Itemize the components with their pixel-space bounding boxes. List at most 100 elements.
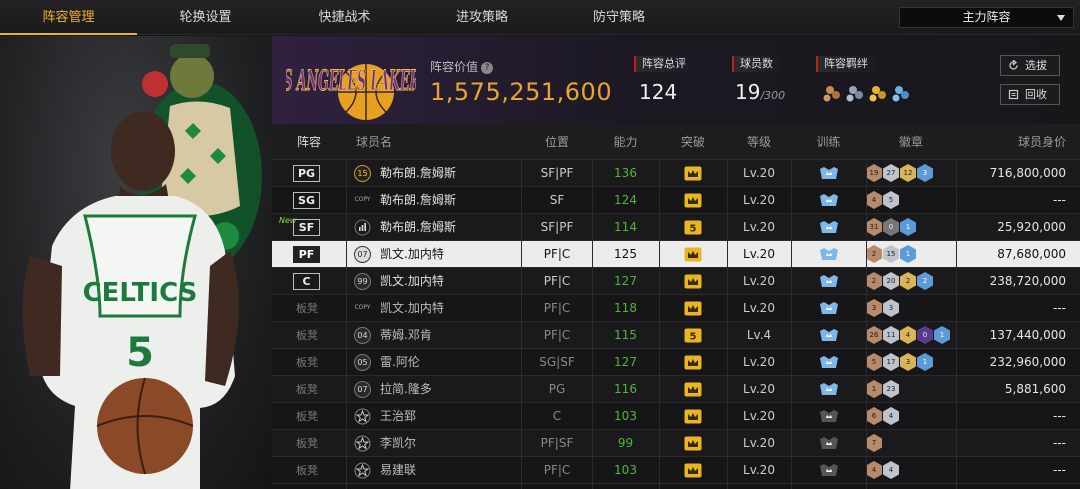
player-name[interactable]: 凯文.加内特 xyxy=(380,295,444,322)
tab-defense-strategy[interactable]: 防守策略 xyxy=(549,0,689,35)
tab-offense-strategy[interactable]: 进攻策略 xyxy=(415,0,549,35)
tab-quick-tactics[interactable]: 快捷战术 xyxy=(274,0,415,35)
chemistry-icon-1 xyxy=(823,86,840,102)
player-name[interactable]: 勒布朗.詹姆斯 xyxy=(380,187,456,214)
badge-hex-icon: 0 xyxy=(883,218,899,236)
table-row[interactable]: 板凳 07 拉简.隆多 PG 116 Lv.20 1 23 5,881,600 xyxy=(272,376,1080,403)
crown-icon[interactable] xyxy=(684,436,702,451)
badge-hex-icon: 1 xyxy=(866,380,882,398)
player-name[interactable]: 拉简.隆多 xyxy=(380,376,432,403)
player-ability: 99 xyxy=(617,436,634,450)
player-price: 25,920,000 xyxy=(997,220,1066,234)
badge-hex-icon: 3 xyxy=(917,164,933,182)
recycle-icon xyxy=(1008,89,1019,100)
player-count: 19/300 xyxy=(735,80,785,104)
player-level: Lv.20 xyxy=(743,436,775,450)
table-row[interactable]: 板凳 04 蒂姆.邓肯 PF|C 115 5 Lv.4 26 11 4 0 1 137,440,000 xyxy=(272,322,1080,349)
tab-lineup-management[interactable]: 阵容管理 xyxy=(0,0,137,35)
lineup-slot: PF xyxy=(293,246,320,263)
table-row[interactable]: PF 07 凯文.加内特 PF|C 125 Lv.20 2 15 1 87,680,000 xyxy=(272,241,1080,268)
card-level-icon xyxy=(354,219,371,236)
training-crown-icon[interactable] xyxy=(819,463,839,478)
chemistry-icons[interactable] xyxy=(822,82,918,104)
col-training: 训练 xyxy=(816,135,841,149)
training-crown-icon[interactable] xyxy=(819,355,839,370)
player-name[interactable]: 李凯尔 xyxy=(380,430,416,457)
badge-hex-icon: 11 xyxy=(883,326,899,344)
table-row[interactable]: 板凳 王治郅 C 103 Lv.20 6 4 --- xyxy=(272,403,1080,430)
crown-icon[interactable] xyxy=(684,463,702,478)
training-crown-icon[interactable] xyxy=(819,382,839,397)
card-number-icon: 99 xyxy=(354,273,371,290)
recycle-button[interactable]: 回收 xyxy=(1000,84,1060,105)
crown-icon[interactable] xyxy=(684,301,702,316)
col-player-value: 球员身价 xyxy=(1017,135,1066,149)
player-ability: 103 xyxy=(614,463,637,477)
player-ability: 115 xyxy=(614,328,637,342)
card-number-icon: 07 xyxy=(354,246,371,263)
crown-icon[interactable] xyxy=(684,409,702,424)
table-row[interactable]: 板凳 05 雷.阿伦 SG|SF 127 Lv.20 5 17 3 1 232,960,000 xyxy=(272,349,1080,376)
col-lineup: 阵容 xyxy=(296,135,321,149)
roster-table: 阵容 球员名 位置 能力 突破 等级 训练 徽章 球员身价 PG 15 勒布朗.詹姆… xyxy=(272,124,1080,484)
bench-slot: 板凳 xyxy=(296,410,318,423)
table-row[interactable]: 板凳 李凯尔 PF|SF 99 Lv.20 7 --- xyxy=(272,430,1080,457)
copy-card-icon: COPY xyxy=(354,196,371,203)
recycle-button-label: 回收 xyxy=(1025,88,1047,101)
player-name[interactable]: 勒布朗.詹姆斯 xyxy=(380,214,456,241)
training-crown-icon[interactable] xyxy=(819,193,839,208)
help-icon[interactable]: ? xyxy=(481,61,494,74)
table-row[interactable]: SG COPY 勒布朗.詹姆斯 SF 124 Lv.20 4 5 --- xyxy=(272,187,1080,214)
player-position: PF|C xyxy=(543,247,571,261)
lineup-header: LOS ANGELES LAKERS 阵容价值? 1,575,251,600 阵… xyxy=(272,36,1080,124)
training-crown-icon[interactable] xyxy=(819,328,839,343)
table-row[interactable]: New SF 勒布朗.詹姆斯 SF|PF 114 5 Lv.20 31 0 1 25,920,000 xyxy=(272,214,1080,241)
player-level: Lv.20 xyxy=(743,166,775,180)
column-divider xyxy=(956,160,957,489)
training-crown-icon[interactable] xyxy=(819,247,839,262)
player-name[interactable]: 雷.阿伦 xyxy=(380,349,420,376)
badge-hex-icon: 1 xyxy=(934,326,950,344)
col-breakthrough: 突破 xyxy=(680,135,705,149)
player-name[interactable]: 王治郅 xyxy=(380,403,416,430)
chemistry-icon-2 xyxy=(846,86,863,102)
kevin-garnett-player-image: CELTICS 5 xyxy=(22,111,239,489)
training-crown-icon[interactable] xyxy=(819,166,839,181)
player-price: 238,720,000 xyxy=(989,274,1066,288)
training-crown-icon[interactable] xyxy=(819,274,839,289)
player-name[interactable]: 勒布朗.詹姆斯 xyxy=(380,160,456,187)
table-row[interactable]: PG 15 勒布朗.詹姆斯 SF|PF 136 Lv.20 19 27 12 3 716,800,0… xyxy=(272,160,1080,187)
player-name[interactable]: 凯文.加内特 xyxy=(380,241,444,268)
copy-card-icon: COPY xyxy=(354,304,371,311)
col-player-name: 球员名 xyxy=(355,135,392,149)
select-button[interactable]: 选拔 xyxy=(1000,55,1060,76)
player-name[interactable]: 凯文.加内特 xyxy=(380,268,444,295)
player-name[interactable]: 蒂姆.邓肯 xyxy=(380,322,432,349)
table-body: PG 15 勒布朗.詹姆斯 SF|PF 136 Lv.20 19 27 12 3 716,800,0… xyxy=(272,160,1080,484)
card-number-icon: 04 xyxy=(354,327,371,344)
player-position: SF|PF xyxy=(540,166,574,180)
player-position: PF|C xyxy=(543,328,571,342)
crown-icon[interactable] xyxy=(684,355,702,370)
training-crown-icon[interactable] xyxy=(819,436,839,451)
training-crown-icon[interactable] xyxy=(819,220,839,235)
card-number-icon: 07 xyxy=(354,381,371,398)
svg-text:5: 5 xyxy=(690,224,697,235)
crown-icon[interactable] xyxy=(684,193,702,208)
breakthrough-5-icon[interactable]: 5 xyxy=(684,220,702,235)
training-crown-icon[interactable] xyxy=(819,301,839,316)
table-row[interactable]: 板凳 易建联 PF|C 103 Lv.20 4 4 --- xyxy=(272,457,1080,484)
table-row[interactable]: C 99 凯文.加内特 PF|C 127 Lv.20 2 20 2 2 238,720,000 xyxy=(272,268,1080,295)
lineup-dropdown[interactable]: 主力阵容 xyxy=(899,7,1074,28)
crown-icon[interactable] xyxy=(684,247,702,262)
table-row[interactable]: 板凳 COPY 凯文.加内特 PF|C 118 Lv.20 3 3 --- xyxy=(272,295,1080,322)
training-crown-icon[interactable] xyxy=(819,409,839,424)
tab-rotation-settings[interactable]: 轮换设置 xyxy=(137,0,274,35)
star-card-icon xyxy=(354,408,371,425)
badge-hex-icon: 3 xyxy=(883,299,899,317)
crown-icon[interactable] xyxy=(684,382,702,397)
crown-icon[interactable] xyxy=(684,166,702,181)
crown-icon[interactable] xyxy=(684,274,702,289)
breakthrough-5-icon[interactable]: 5 xyxy=(684,328,702,343)
player-name[interactable]: 易建联 xyxy=(380,457,416,484)
